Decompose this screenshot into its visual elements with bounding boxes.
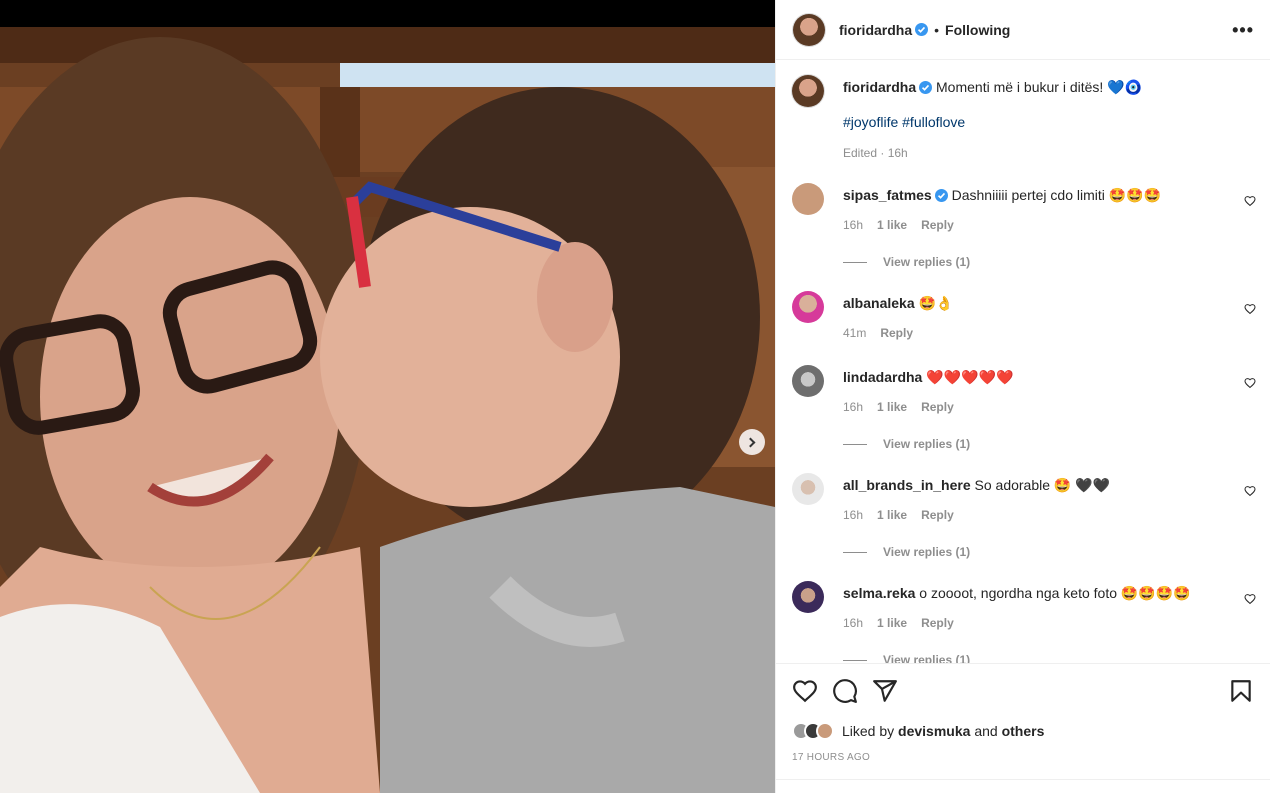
reply-button[interactable]: Reply [921, 218, 954, 232]
post-actions: Liked by devismuka and others 17 HOURS A… [776, 663, 1270, 793]
reply-button[interactable]: Reply [880, 326, 913, 340]
commenter-username[interactable]: lindadardha [843, 369, 922, 385]
comment-input-bar [776, 779, 1270, 793]
liked-by-prefix: Liked by [842, 723, 895, 739]
next-photo-button[interactable] [739, 429, 765, 455]
commenter-username[interactable]: albanaleka [843, 295, 915, 311]
more-options-button[interactable]: ••• [1232, 20, 1254, 41]
comment-text: o zoooot, ngordha nga keto foto 🤩🤩🤩🤩 [919, 585, 1191, 601]
chevron-right-icon [745, 437, 756, 447]
comment-item: sipas_fatmes Dashniiiii pertej cdo limit… [792, 183, 1256, 269]
comment-time: 41m [843, 326, 867, 340]
comment-item: selma.reka o zoooot, ngordha nga keto fo… [792, 581, 1256, 663]
like-comment-heart-icon[interactable] [1244, 485, 1256, 497]
commenter-avatar[interactable] [792, 581, 824, 613]
liked-by-and: and [974, 723, 998, 739]
commenter-username[interactable]: sipas_fatmes [843, 187, 932, 203]
commenter-avatar[interactable] [792, 291, 824, 323]
comment-item: all_brands_in_here So adorable 🤩 🖤🖤 16h 1… [792, 473, 1256, 559]
commenter-avatar[interactable] [792, 365, 824, 397]
like-comment-heart-icon[interactable] [1244, 195, 1256, 207]
comment-likes[interactable]: 1 like [877, 218, 907, 232]
post-caption: fioridardha Momenti më i bukur i ditës! … [792, 75, 1254, 160]
action-bar [792, 678, 1254, 704]
instagram-post-viewer: fioridardha • Following ••• fioridardha … [0, 0, 1270, 793]
comment-time: 16h [843, 400, 864, 414]
share-paper-plane-icon[interactable] [872, 678, 898, 704]
comment-time: 16h [843, 218, 864, 232]
like-comment-heart-icon[interactable] [1244, 593, 1256, 605]
separator-dot: • [934, 21, 940, 38]
comment-item: lindadardha ❤️❤️❤️❤️❤️ 16h 1 like Reply Vi… [792, 365, 1256, 451]
view-replies-button[interactable]: View replies (1) [843, 653, 1191, 663]
like-comment-heart-icon[interactable] [1244, 303, 1256, 315]
verified-badge-icon [934, 189, 948, 202]
like-comment-heart-icon[interactable] [1244, 377, 1256, 389]
view-replies-button[interactable]: View replies (1) [843, 255, 1161, 269]
post-header: fioridardha • Following ••• [776, 0, 1270, 60]
verified-badge-icon [919, 81, 933, 94]
comment-item: albanaleka 🤩👌 41m Reply [792, 291, 1256, 340]
comment-text: Dashniiiii pertej cdo limiti 🤩🤩🤩 [951, 187, 1162, 203]
comment-time: 16h [843, 616, 864, 630]
comment-text: ❤️❤️❤️❤️❤️ [926, 369, 1014, 385]
view-replies-button[interactable]: View replies (1) [843, 437, 1013, 451]
liked-by-summary: Liked by devismuka and others [792, 722, 1044, 740]
photo-pane [0, 0, 775, 793]
commenter-avatar[interactable] [792, 473, 824, 505]
commenter-username[interactable]: all_brands_in_here [843, 477, 971, 493]
commenter-username[interactable]: selma.reka [843, 585, 915, 601]
comments-list[interactable]: fioridardha Momenti më i bukur i ditës! … [776, 61, 1270, 663]
author-avatar[interactable] [793, 13, 825, 46]
liker-avatar [816, 722, 834, 740]
liked-by-others[interactable]: others [1002, 723, 1045, 739]
following-button[interactable]: Following [945, 22, 1010, 38]
like-heart-icon[interactable] [792, 678, 818, 704]
verified-badge-icon [915, 23, 929, 36]
comment-likes[interactable]: 1 like [877, 616, 907, 630]
comment-bubble-icon[interactable] [832, 678, 858, 704]
reply-button[interactable]: Reply [921, 400, 954, 414]
post-timestamp: 17 HOURS AGO [792, 752, 871, 763]
caption-avatar[interactable] [792, 75, 824, 107]
author-username[interactable]: fioridardha [839, 22, 912, 38]
comment-text: 🤩👌 [918, 295, 954, 311]
post-side-panel: fioridardha • Following ••• fioridardha … [775, 0, 1270, 793]
commenter-avatar[interactable] [792, 183, 824, 215]
comment-likes[interactable]: 1 like [877, 508, 907, 522]
liker-avatars[interactable] [792, 722, 834, 740]
caption-hashtags[interactable]: #joyoflife #fulloflove [843, 114, 1142, 130]
post-photo[interactable] [0, 27, 775, 793]
caption-username[interactable]: fioridardha [843, 79, 916, 95]
comment-time: 16h [843, 508, 864, 522]
caption-text: Momenti më i bukur i ditës! 💙🧿 [936, 79, 1143, 95]
liked-by-user[interactable]: devismuka [898, 723, 970, 739]
save-bookmark-icon[interactable] [1228, 678, 1254, 704]
comment-text: So adorable 🤩 🖤🖤 [974, 477, 1111, 493]
reply-button[interactable]: Reply [921, 616, 954, 630]
view-replies-button[interactable]: View replies (1) [843, 545, 1110, 559]
photo-illustration [0, 27, 775, 793]
caption-meta: Edited · 16h [843, 146, 908, 160]
comment-likes[interactable]: 1 like [877, 400, 907, 414]
reply-button[interactable]: Reply [921, 508, 954, 522]
